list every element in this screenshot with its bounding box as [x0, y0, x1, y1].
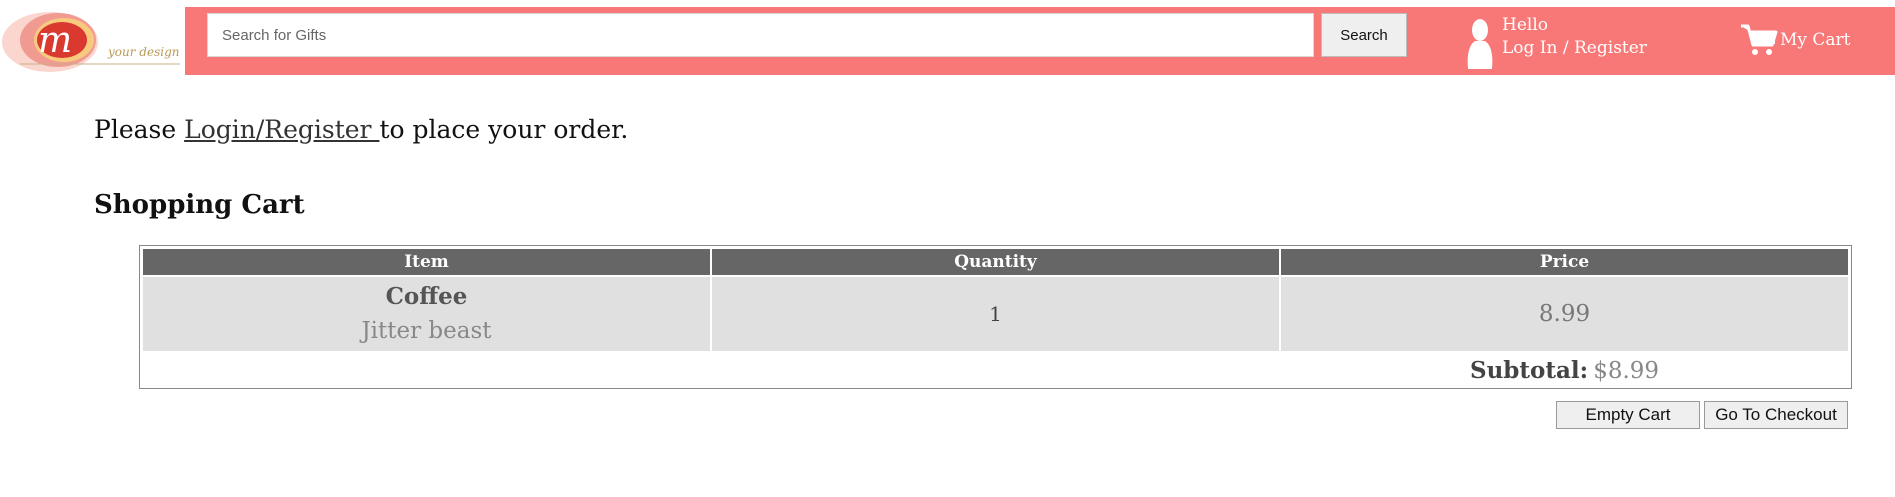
- subtotal-cell: Subtotal: $8.99: [1281, 353, 1848, 387]
- item-description: Jitter beast: [361, 318, 492, 344]
- notice-suffix: to place your order.: [379, 115, 629, 144]
- subtotal-label: Subtotal:: [1469, 356, 1589, 384]
- cart-label: My Cart: [1780, 30, 1851, 50]
- column-header-price: Price: [1281, 249, 1848, 275]
- account-greeting: Hello Log In / Register: [1502, 14, 1647, 60]
- cart-table-container: Item Quantity Price Coffee Jitter beast …: [139, 245, 1852, 389]
- search-input[interactable]: [207, 13, 1314, 57]
- my-cart-link[interactable]: My Cart: [1740, 22, 1851, 58]
- subtotal-value: $8.99: [1593, 357, 1660, 384]
- greeting-text: Hello: [1502, 15, 1548, 35]
- column-header-quantity: Quantity: [712, 249, 1279, 275]
- price-cell: 8.99: [1281, 277, 1848, 351]
- empty-cart-button[interactable]: Empty Cart: [1556, 401, 1700, 429]
- table-row: Coffee Jitter beast 1 8.99: [143, 277, 1848, 351]
- svg-text:your design: your design: [107, 45, 179, 59]
- search-button[interactable]: Search: [1321, 13, 1407, 57]
- item-price: 8.99: [1538, 301, 1591, 327]
- cart-table: Item Quantity Price Coffee Jitter beast …: [141, 247, 1850, 389]
- user-icon: [1467, 19, 1493, 69]
- svg-text:m: m: [38, 20, 72, 61]
- quantity-cell: 1: [712, 277, 1279, 351]
- shopping-cart-title: Shopping Cart: [94, 190, 305, 220]
- site-logo[interactable]: m your design: [0, 6, 184, 76]
- login-notice: Please Login/Register to place your orde…: [94, 115, 628, 144]
- item-name: Coffee: [385, 283, 468, 310]
- empty-cell: [143, 353, 710, 387]
- notice-login-link[interactable]: Login/Register: [184, 115, 379, 144]
- column-header-item: Item: [143, 249, 710, 275]
- notice-prefix: Please: [94, 115, 185, 144]
- cart-icon: [1741, 24, 1778, 55]
- item-cell: Coffee Jitter beast: [143, 277, 710, 351]
- cart-header-row: Item Quantity Price: [143, 249, 1848, 275]
- empty-cell: [712, 353, 1279, 387]
- subtotal-row: Subtotal: $8.99: [143, 353, 1848, 387]
- go-to-checkout-button[interactable]: Go To Checkout: [1704, 401, 1848, 429]
- site-header: m your design Search Hello Log In / Regi…: [0, 0, 1895, 80]
- login-register-link[interactable]: Log In / Register: [1502, 37, 1647, 60]
- item-quantity: 1: [989, 302, 1002, 326]
